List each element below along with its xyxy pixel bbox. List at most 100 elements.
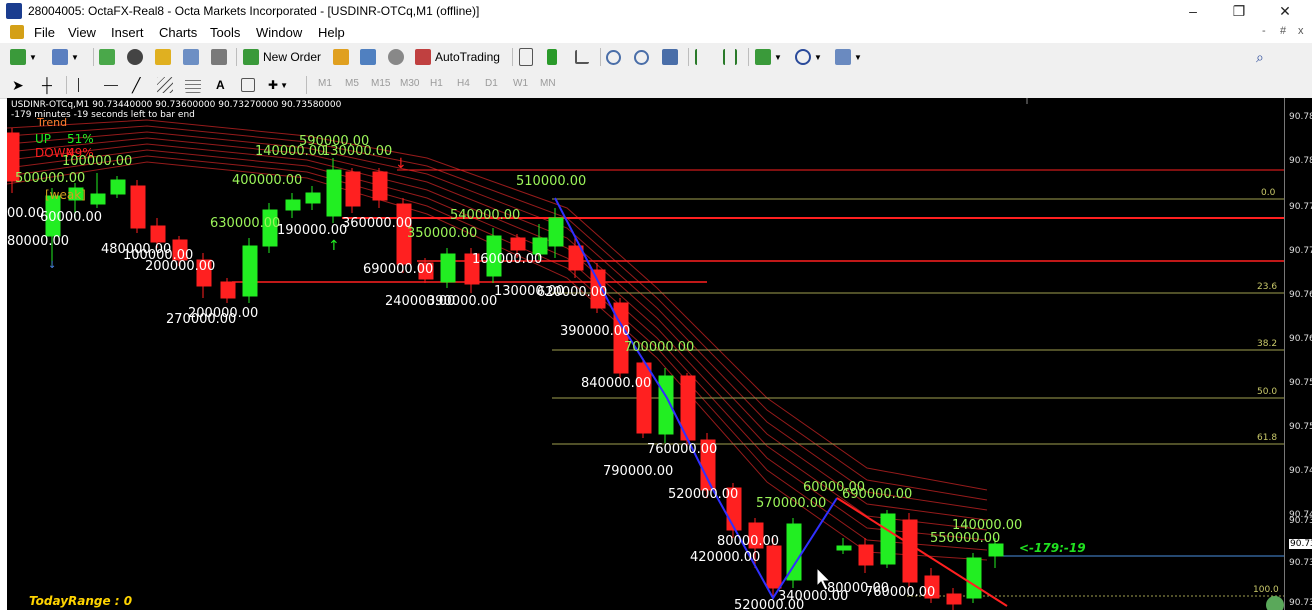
tester-button[interactable]: [211, 47, 227, 67]
volume-label: 350000.00: [407, 226, 478, 241]
profiles-button[interactable]: ▼: [52, 47, 79, 67]
price-tick: 90.74: [1289, 466, 1312, 476]
price-tick: 90.73: [1289, 558, 1312, 568]
crosshair-button[interactable]: ┼: [42, 75, 52, 95]
trendline-button[interactable]: ╱: [132, 75, 140, 95]
trend-strength: [weak]: [45, 188, 86, 202]
signals-button[interactable]: [360, 47, 376, 67]
volume-label: 620000.00: [537, 285, 608, 300]
trend-up-value: 51%: [67, 132, 94, 146]
terminal-button[interactable]: [183, 47, 199, 67]
chart-shift-button[interactable]: [723, 47, 737, 67]
zoom-in-button[interactable]: [606, 47, 621, 67]
market-button[interactable]: [388, 47, 404, 67]
autotrading-label: AutoTrading: [435, 50, 500, 64]
volume-label: 190000.00: [277, 223, 348, 238]
timeframe-m30[interactable]: M30: [400, 78, 419, 89]
horizontal-line-button[interactable]: [104, 75, 118, 95]
new-order-button[interactable]: New Order: [243, 47, 321, 67]
volume-label: 160000.00: [472, 252, 543, 267]
candlestick-button[interactable]: [547, 47, 557, 67]
fib-label-61: 61.8: [1257, 433, 1278, 443]
timeframe-m5[interactable]: M5: [345, 78, 359, 89]
timeframe-m15[interactable]: M15: [371, 78, 390, 89]
horizontal-line-icon: [104, 84, 118, 86]
autotrading-button[interactable]: AutoTrading: [415, 47, 500, 67]
line-chart-button[interactable]: [575, 47, 589, 67]
volume-label: 690000.00: [842, 487, 913, 502]
arrows-button[interactable]: ✚ ▼: [268, 75, 288, 95]
signals-icon: [360, 49, 376, 65]
metaeditor-button[interactable]: [333, 47, 349, 67]
auto-scroll-button[interactable]: [695, 47, 709, 67]
indicators-icon: [755, 49, 771, 65]
bar-chart-button[interactable]: [519, 47, 533, 67]
menu-file[interactable]: File: [34, 25, 55, 40]
menu-insert[interactable]: Insert: [111, 25, 144, 40]
menu-tools[interactable]: Tools: [210, 25, 240, 40]
indicators-button[interactable]: ▼: [755, 47, 782, 67]
new-chart-icon: [10, 49, 26, 65]
periods-button[interactable]: ▼: [795, 47, 822, 67]
menu-window[interactable]: Window: [256, 25, 302, 40]
volume-label: 390000.00: [427, 294, 498, 309]
close-button[interactable]: ✕: [1262, 0, 1308, 22]
fib-label-38: 38.2: [1257, 339, 1278, 349]
data-window-button[interactable]: [127, 47, 143, 67]
cursor-icon: ➤: [12, 76, 24, 93]
volume-label: 80000.00: [7, 234, 70, 249]
fibonacci-button[interactable]: [185, 75, 201, 95]
navigator-button[interactable]: [155, 47, 171, 67]
tile-windows-icon: [662, 49, 678, 65]
minimize-button[interactable]: –: [1170, 0, 1216, 22]
price-tick: 90.73: [1289, 598, 1312, 608]
tile-windows-button[interactable]: [662, 47, 678, 67]
trendline-icon: ╱: [132, 76, 141, 93]
text-button[interactable]: A: [216, 75, 225, 95]
vertical-line-button[interactable]: [78, 75, 79, 95]
volume-label: 760000.00: [865, 585, 936, 600]
candlestick-icon: [547, 49, 557, 65]
menu-charts[interactable]: Charts: [159, 25, 197, 40]
mdi-minimize-button[interactable]: -: [1262, 25, 1266, 37]
zoom-out-button[interactable]: [634, 47, 649, 67]
price-tick: 90.75: [1289, 378, 1312, 388]
text-label-button[interactable]: [241, 75, 255, 95]
templates-button[interactable]: ▼: [835, 47, 862, 67]
line-chart-icon: [575, 50, 589, 64]
text-icon: A: [216, 78, 225, 92]
volume-label: 510000.00: [516, 174, 587, 189]
volume-label: 520000.00: [668, 487, 739, 502]
search-button[interactable]: ⌕: [1256, 47, 1264, 67]
timeframe-h4[interactable]: H4: [457, 78, 470, 89]
market-watch-button[interactable]: [99, 47, 115, 67]
price-tick: 90.75: [1289, 422, 1312, 432]
mdi-close-button[interactable]: x: [1298, 25, 1304, 37]
today-range: TodayRange : 0: [29, 594, 133, 608]
timeframe-h1[interactable]: H1: [430, 78, 443, 89]
mdi-restore-button[interactable]: #: [1280, 25, 1286, 37]
tester-icon: [211, 49, 227, 65]
equidistant-channel-button[interactable]: [157, 75, 173, 95]
price-tick: 90.77: [1289, 246, 1312, 256]
logo-icon: [1266, 596, 1284, 610]
zoom-in-icon: [606, 49, 621, 65]
price-axis[interactable]: 90.78 90.78 90.77 90.77 90.76 90.76 90.7…: [1284, 98, 1312, 610]
timeframe-d1[interactable]: D1: [485, 78, 498, 89]
cursor-button[interactable]: ➤: [12, 75, 24, 95]
menu-view[interactable]: View: [68, 25, 96, 40]
maximize-button[interactable]: ❐: [1216, 0, 1262, 22]
timeframe-mn[interactable]: MN: [540, 78, 556, 89]
volume-label: 100000.00: [62, 154, 133, 169]
volume-label: 420000.00: [690, 550, 761, 565]
timeframe-m1[interactable]: M1: [318, 78, 332, 89]
timeframe-w1[interactable]: W1: [513, 78, 528, 89]
price-chart[interactable]: ↓ ↑ ↓ USDINR-OTCq,M1 90.73440000 90.7360…: [7, 98, 1312, 610]
menu-help[interactable]: Help: [318, 25, 345, 40]
new-chart-button[interactable]: ▼: [10, 47, 37, 67]
crosshair-icon: [127, 49, 143, 65]
fib-label-100: 100.0: [1253, 585, 1279, 595]
metaeditor-icon: [333, 49, 349, 65]
templates-icon: [835, 49, 851, 65]
chart-window-icon[interactable]: [10, 25, 24, 39]
